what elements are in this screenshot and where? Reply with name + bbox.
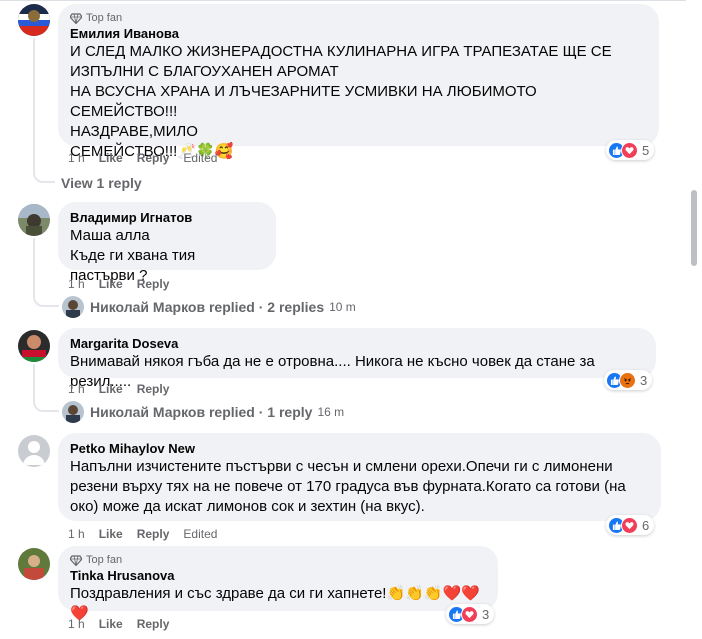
thread-connector (33, 238, 35, 293)
comment-time[interactable]: 1 h (68, 277, 85, 291)
diamond-icon (70, 554, 82, 566)
comment-author[interactable]: Емилия Иванова (70, 26, 647, 42)
replies-summary[interactable]: Николай Марков replied · 1 reply 16 m (62, 401, 344, 423)
thread-connector (33, 38, 35, 168)
angry-reaction-icon (619, 371, 636, 389)
badge-label: Top fan (86, 12, 123, 24)
comment-time[interactable]: 1 h (68, 617, 85, 631)
replies-summary[interactable]: Николай Марков replied · 2 replies 10 m (62, 296, 356, 318)
reaction-count: 3 (640, 372, 648, 388)
thread-connector (33, 395, 59, 412)
replies-text[interactable]: Николай Марков replied · 1 reply (90, 404, 312, 420)
comment-time[interactable]: 1 h (68, 151, 85, 165)
avatar[interactable] (18, 4, 50, 36)
comment-bubble: Top fan Tinka Hrusanova Поздравления и с… (58, 546, 498, 622)
comment-author[interactable]: Petko Mihaylov New (70, 441, 649, 457)
scrollbar[interactable] (686, 0, 702, 639)
reaction-summary[interactable]: 6 (606, 515, 655, 535)
comment-bubble: Petko Mihaylov New Напълни изчистените п… (58, 433, 661, 521)
comment-time[interactable]: 1 h (68, 382, 85, 396)
like-button[interactable]: Like (99, 617, 123, 631)
reply-button[interactable]: Reply (137, 617, 170, 631)
reaction-count: 3 (482, 606, 490, 622)
thread-connector (33, 166, 55, 183)
comment-actions: 1 h Like Reply (68, 617, 183, 631)
top-fan-badge: Top fan (70, 554, 486, 566)
comments-panel: Top fan Емилия Иванова И СЛЕД МАЛКО ЖИЗН… (0, 0, 702, 639)
like-button[interactable]: Like (99, 277, 123, 291)
badge-label: Top fan (86, 554, 123, 566)
reply-button[interactable]: Reply (137, 277, 170, 291)
replies-text[interactable]: Николай Марков replied · 2 replies (90, 299, 324, 315)
like-button[interactable]: Like (99, 151, 123, 165)
reaction-count: 5 (642, 142, 650, 158)
avatar (62, 401, 84, 423)
like-button[interactable]: Like (99, 382, 123, 396)
comment-text: И СЛЕД МАЛКО ЖИЗНЕРАДОСТНА КУЛИНАРНА ИГР… (70, 43, 612, 160)
reaction-summary[interactable]: 3 (604, 370, 653, 390)
reaction-summary[interactable]: 3 (446, 604, 495, 624)
replies-time: 10 m (329, 300, 356, 314)
avatar[interactable] (18, 330, 50, 362)
comment-actions: 1 h Like Reply Edited (68, 151, 231, 165)
view-replies-link[interactable]: View 1 reply (61, 175, 142, 191)
comment-actions: 1 h Like Reply (68, 277, 183, 291)
comment-bubble: Владимир Игнатов Маша алла Къде ги хвана… (58, 202, 276, 284)
avatar (62, 296, 84, 318)
love-reaction-icon (621, 141, 638, 159)
reaction-summary[interactable]: 5 (606, 140, 655, 160)
reply-button[interactable]: Reply (137, 527, 170, 541)
thread-connector (33, 364, 35, 397)
comment-bubble: Top fan Емилия Иванова И СЛЕД МАЛКО ЖИЗН… (58, 4, 659, 160)
comment-bubble: Margarita Doseva Внимавай някоя гъба да … (58, 328, 656, 390)
comment-time[interactable]: 1 h (68, 527, 85, 541)
reply-button[interactable]: Reply (137, 382, 170, 396)
love-reaction-icon (461, 605, 478, 623)
replies-time: 16 m (317, 405, 345, 419)
comment-author[interactable]: Владимир Игнатов (70, 210, 264, 226)
avatar[interactable] (18, 435, 50, 467)
edited-label: Edited (183, 527, 218, 541)
diamond-icon (70, 12, 82, 24)
comment-text: Напълни изчистените пъстърви с чесън и с… (70, 458, 626, 515)
comment-author[interactable]: Margarita Doseva (70, 336, 644, 352)
avatar[interactable] (18, 548, 50, 580)
scrollbar-thumb[interactable] (691, 190, 697, 266)
avatar[interactable] (18, 204, 50, 236)
top-divider (0, 0, 702, 1)
comment-actions: 1 h Like Reply Edited (68, 527, 231, 541)
like-button[interactable]: Like (99, 527, 123, 541)
edited-label: Edited (183, 151, 218, 165)
comment-actions: 1 h Like Reply (68, 382, 183, 396)
reply-button[interactable]: Reply (137, 151, 170, 165)
top-fan-badge: Top fan (70, 12, 647, 24)
thread-connector (33, 290, 59, 307)
reaction-count: 6 (642, 517, 650, 533)
comment-author[interactable]: Tinka Hrusanova (70, 568, 486, 584)
love-reaction-icon (621, 516, 638, 534)
